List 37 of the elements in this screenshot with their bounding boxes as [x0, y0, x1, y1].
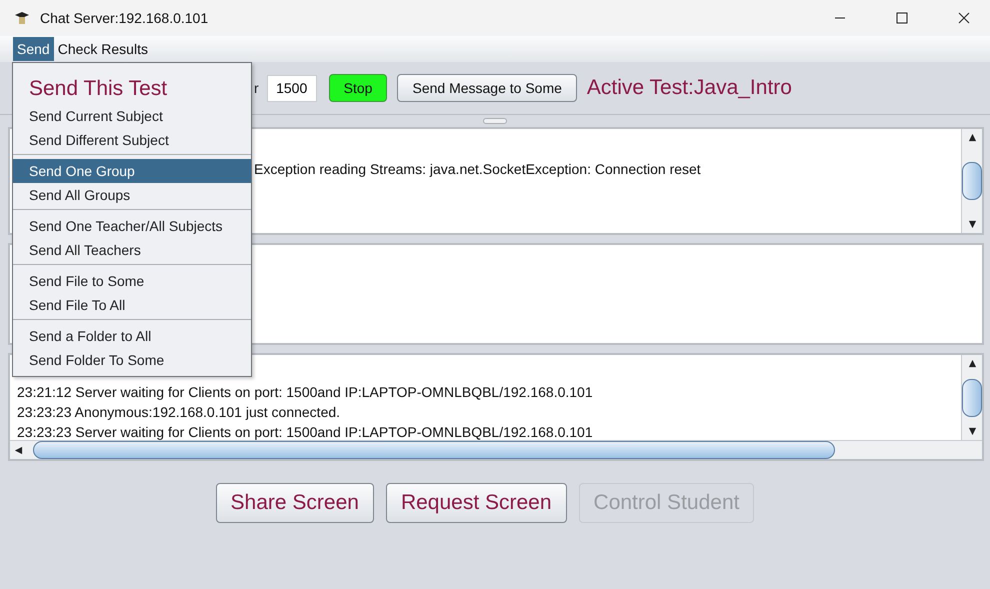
action-button[interactable]: Share Screen	[216, 483, 374, 523]
port-field[interactable]: 1500	[266, 74, 317, 102]
scroll-arrow-icon[interactable]	[14, 446, 23, 454]
split-handle[interactable]	[483, 118, 507, 124]
action-button[interactable]: Request Screen	[386, 483, 567, 523]
menu-item[interactable]: Send Folder To Some	[13, 348, 251, 372]
scroll-arrow-icon[interactable]	[968, 359, 976, 368]
active-test-label: Active Test:Java_Intro	[586, 76, 792, 100]
stop-button[interactable]: Stop	[328, 74, 388, 102]
scroll-arrow-icon[interactable]	[968, 427, 976, 436]
log-line: 23:23:23 Anonymous:192.168.0.101 just connected.	[17, 403, 342, 422]
window-title: Chat Server:192.168.0.101	[40, 10, 210, 26]
menu[interactable]: Send	[13, 37, 54, 61]
menu-item[interactable]: Send All Teachers	[13, 238, 251, 262]
scroll-arrow-icon[interactable]	[968, 133, 976, 142]
menu[interactable]: Check Results	[54, 37, 152, 61]
maximize-icon[interactable]	[896, 12, 908, 24]
port-label: r	[254, 80, 259, 96]
menu-item[interactable]: Send File to Some	[13, 269, 251, 293]
log-line: 23:21:12 Server waiting for Clients on port: 1500and IP:LAPTOP-OMNLBQBL/192.168.0.101	[17, 383, 594, 402]
menu-item[interactable]: Send One Teacher/All Subjects	[13, 214, 251, 238]
menu-item[interactable]: Send All Groups	[13, 183, 251, 207]
menu-item[interactable]: Send This Test	[13, 69, 251, 104]
menu-item[interactable]: Send a Folder to All	[13, 324, 251, 348]
menu-item[interactable]: Send Different Subject	[13, 128, 251, 152]
log-line: Exception reading Streams: java.net.SocketException: Connection reset	[254, 160, 702, 179]
menu-item[interactable]: Send File To All	[13, 293, 251, 317]
app-icon	[14, 10, 30, 26]
scroll-arrow-icon[interactable]	[968, 220, 976, 229]
send-message-button[interactable]: Send Message to Some	[397, 74, 577, 102]
close-icon[interactable]	[958, 12, 970, 24]
menu-item[interactable]: Send Current Subject	[13, 104, 251, 128]
vertical-scrollbar[interactable]	[961, 129, 982, 233]
horizontal-scrollbar[interactable]	[10, 440, 982, 459]
vertical-scrollbar[interactable]	[961, 355, 982, 440]
log-line: 23:23:23 Server waiting for Clients on port: 1500and IP:LAPTOP-OMNLBQBL/192.168.0.101	[17, 423, 594, 440]
menu-item[interactable]: Send One Group	[13, 159, 251, 183]
